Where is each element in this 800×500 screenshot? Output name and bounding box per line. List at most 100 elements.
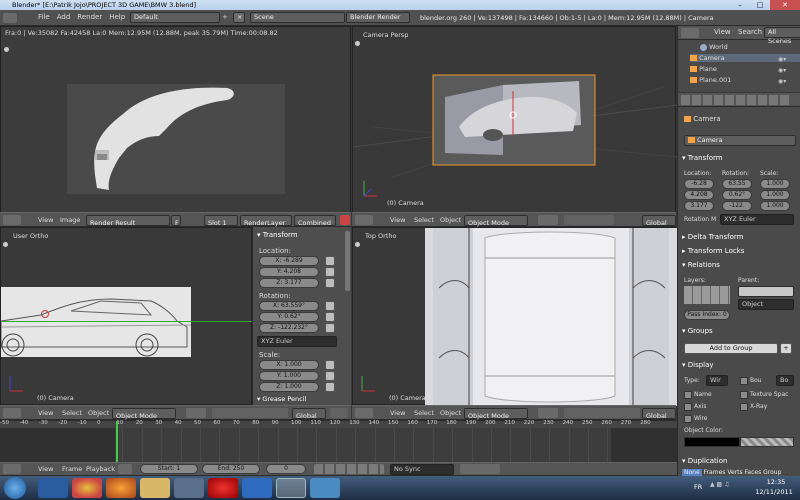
section-transform-locks[interactable]: ▸ Transform Locks — [682, 247, 744, 255]
orientation-select[interactable]: Global — [642, 215, 676, 227]
display-type-select[interactable]: Wir — [706, 375, 728, 386]
language-indicator[interactable]: FR — [694, 483, 702, 491]
lock-icon[interactable] — [325, 278, 335, 288]
section-duplication[interactable]: ▾ Duplication — [682, 457, 727, 465]
menu-select[interactable]: Select — [414, 408, 434, 418]
dup-tab-none[interactable]: None — [682, 469, 702, 476]
render-display-icon[interactable] — [340, 215, 350, 225]
menu-object[interactable]: Object — [440, 215, 461, 225]
lock-icon[interactable] — [325, 256, 335, 266]
user-ortho-view[interactable]: User Ortho (0) Camera — [0, 227, 253, 405]
outliner-item-plane-001[interactable]: Plane.001 — [690, 76, 731, 84]
location-x-field[interactable]: X: -6.289 — [259, 256, 319, 266]
menu-search[interactable]: Search — [738, 28, 762, 36]
current-frame-cursor[interactable] — [116, 421, 118, 463]
app-icon[interactable] — [174, 478, 204, 498]
timeline[interactable]: -50 -40 -30 -20 -10 0 10 20 30 40 50 60 70 80 90 100 110… — [0, 420, 677, 463]
editor-type-icon[interactable] — [3, 464, 21, 474]
object-color-swatch[interactable] — [684, 437, 740, 447]
rotation-z-field[interactable]: -122. — [722, 201, 752, 211]
parent-type-select[interactable]: Object — [738, 299, 794, 310]
pass-index-field[interactable]: Pass Index: 0 — [684, 310, 730, 320]
section-relations[interactable]: ▾ Relations — [682, 261, 720, 269]
rotation-mode-select[interactable]: XYZ Euler — [257, 336, 337, 347]
menu-file[interactable]: File — [38, 13, 50, 21]
menu-object[interactable]: Object — [440, 408, 461, 418]
pivot-manipulator-icons[interactable] — [564, 215, 614, 225]
fake-user-toggle[interactable]: F — [171, 215, 181, 227]
display-mode-select[interactable]: All Scenes — [764, 27, 800, 45]
shading-select[interactable] — [538, 408, 558, 418]
rotation-x-field[interactable]: 63.55 — [722, 179, 752, 189]
add-to-group-button[interactable]: Add to Group — [684, 343, 778, 354]
render-engine-select[interactable]: Blender Render — [346, 12, 410, 23]
maximize-button[interactable]: □ — [750, 0, 770, 10]
menu-view[interactable]: View — [38, 408, 53, 418]
texture-space-checkbox[interactable] — [740, 391, 748, 399]
add-group-icon[interactable]: + — [780, 343, 792, 354]
minimize-button[interactable]: – — [730, 0, 750, 10]
opera-icon[interactable] — [208, 478, 238, 498]
word-icon[interactable] — [242, 478, 272, 498]
firefox-icon[interactable] — [106, 478, 136, 498]
clock-date[interactable]: 12/11/2011 — [750, 488, 798, 496]
shading-select[interactable] — [186, 408, 206, 418]
location-y-field[interactable]: 4.208 — [684, 190, 714, 200]
section-grease-pencil[interactable]: ▾ Grease Pencil — [257, 395, 306, 404]
mode-select[interactable]: Object Mode — [112, 408, 176, 420]
pivot-manipulator-icons[interactable] — [212, 408, 288, 418]
menu-view[interactable]: View — [714, 28, 731, 36]
start-button[interactable] — [4, 477, 26, 499]
dup-tab-frames[interactable]: Frames — [704, 469, 726, 476]
properties-tabs[interactable] — [678, 93, 800, 107]
corner-widget-icon[interactable] — [355, 242, 360, 247]
editor-type-icon[interactable] — [355, 215, 373, 225]
lock-icon[interactable] — [325, 323, 335, 333]
slot-select[interactable]: Slot 1 — [204, 215, 238, 227]
orientation-select[interactable]: Global — [642, 408, 676, 420]
current-frame-field[interactable]: 0 — [266, 464, 306, 474]
add-layout-icon[interactable]: + — [222, 13, 230, 22]
menu-image[interactable]: Image — [60, 215, 80, 225]
lock-icon[interactable] — [325, 371, 335, 381]
keying-icons[interactable] — [460, 464, 500, 474]
sync-mode-select[interactable]: No Sync — [390, 464, 454, 475]
parent-field[interactable] — [738, 286, 794, 297]
panel-scrollbar[interactable] — [345, 231, 350, 291]
section-delta-transform[interactable]: ▸ Delta Transform — [682, 233, 743, 241]
corner-widget-icon[interactable] — [3, 242, 8, 247]
shading-select[interactable] — [538, 215, 558, 225]
lock-icon[interactable] — [325, 312, 335, 322]
menu-add[interactable]: Add — [57, 13, 71, 21]
layer-buttons[interactable] — [330, 408, 348, 418]
scale-x-field[interactable]: X: 1.000 — [259, 360, 319, 370]
orientation-select[interactable]: Global — [292, 408, 326, 420]
layer-grid[interactable] — [684, 286, 730, 304]
rotation-y-field[interactable]: 0.62° — [722, 190, 752, 200]
dup-tab-group[interactable]: Group — [763, 469, 781, 476]
bounds-type-select[interactable]: Bo — [776, 375, 794, 386]
location-z-field[interactable]: 3.177 — [684, 201, 714, 211]
outliner-item-plane[interactable]: Plane — [690, 65, 717, 73]
context-tab-icons[interactable] — [681, 95, 791, 105]
render-layer-select[interactable]: RenderLayer — [240, 215, 292, 227]
mode-select[interactable]: Object Mode — [464, 408, 528, 420]
name-checkbox[interactable] — [684, 391, 692, 399]
visibility-icons[interactable]: ◉▾ ◉▾ ◉▾ — [778, 54, 796, 86]
object-alpha-swatch[interactable] — [740, 437, 794, 447]
render-result-view[interactable]: Fra:0 | Ve:35082 Fa:42458 La:0 Mem:12.95… — [0, 26, 351, 213]
menu-select[interactable]: Select — [62, 408, 82, 418]
pivot-manipulator-icons[interactable] — [564, 408, 640, 418]
section-display[interactable]: ▾ Display — [682, 361, 714, 369]
menu-help[interactable]: Help — [109, 13, 125, 21]
editor-type-icon[interactable] — [355, 408, 373, 418]
corner-widget-icon[interactable] — [355, 41, 360, 46]
corner-widget-icon[interactable] — [4, 47, 9, 52]
menu-view[interactable]: View — [390, 215, 405, 225]
lock-icon[interactable] — [325, 267, 335, 277]
close-button[interactable]: ✕ — [770, 0, 800, 10]
menu-view[interactable]: View — [38, 215, 53, 225]
remove-layout-icon[interactable]: × — [233, 12, 245, 23]
scale-x-field[interactable]: 1.000 — [760, 179, 790, 189]
menu-render[interactable]: Render — [77, 13, 102, 21]
